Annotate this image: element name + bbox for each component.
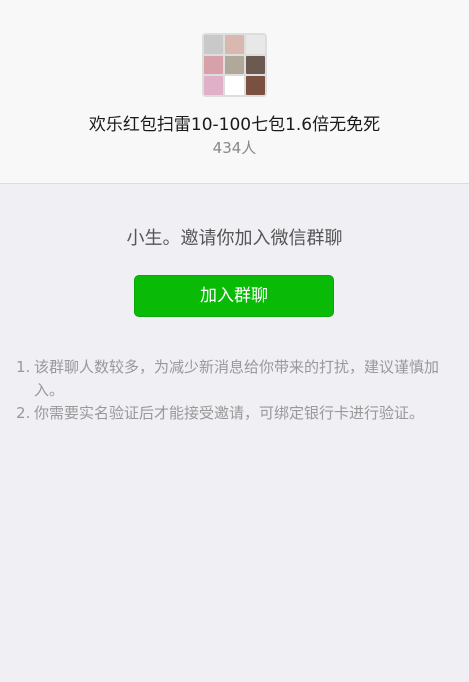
avatar-tile xyxy=(225,55,244,75)
group-header: 欢乐红包扫雷10-100七包1.6倍无免死 434人 xyxy=(0,0,469,184)
notice-list: 1. 该群聊人数较多，为减少新消息给你带来的打扰，建议谨慎加入。 2. 你需要实… xyxy=(16,356,456,425)
group-name: 欢乐红包扫雷10-100七包1.6倍无免死 xyxy=(88,115,381,135)
avatar-tile xyxy=(246,76,265,95)
avatar-tile xyxy=(204,35,223,54)
notice-number: 2. xyxy=(16,404,31,422)
notice-item: 2. 你需要实名验证后才能接受邀请，可绑定银行卡进行验证。 xyxy=(16,402,456,425)
avatar-tile xyxy=(225,76,244,95)
notice-item: 1. 该群聊人数较多，为减少新消息给你带来的打扰，建议谨慎加入。 xyxy=(16,356,456,402)
invite-message: 小生。邀请你加入微信群聊 xyxy=(126,228,343,249)
notice-number: 1. xyxy=(16,358,31,376)
notice-text: 你需要实名验证后才能接受邀请，可绑定银行卡进行验证。 xyxy=(34,404,425,422)
avatar-tile xyxy=(225,35,244,54)
group-avatar xyxy=(202,33,267,97)
join-group-button[interactable]: 加入群聊 xyxy=(134,275,334,317)
avatar-tile xyxy=(246,55,265,75)
notice-text: 该群聊人数较多，为减少新消息给你带来的打扰，建议谨慎加入。 xyxy=(34,358,440,399)
avatar-tile xyxy=(204,55,223,75)
avatar-tile xyxy=(246,35,265,54)
avatar-tile xyxy=(204,76,223,95)
member-count: 434人 xyxy=(212,139,257,157)
